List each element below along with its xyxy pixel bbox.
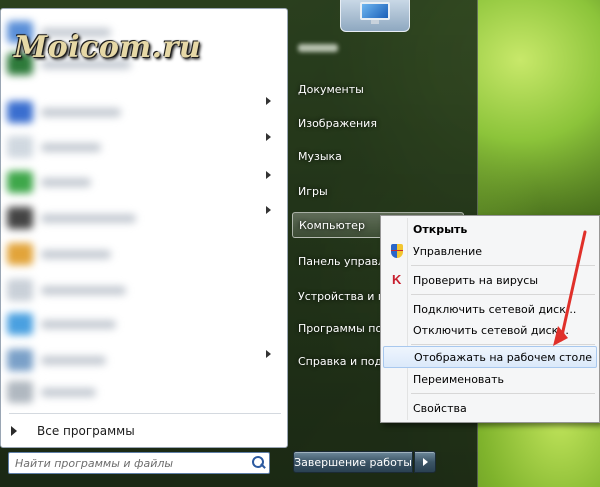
submenu-arrow-icon[interactable] bbox=[266, 133, 271, 141]
menu-separator bbox=[411, 294, 595, 295]
menu-item-map-network-drive[interactable]: Подключить сетевой диск... bbox=[383, 298, 597, 320]
right-item-music[interactable]: Музыка bbox=[292, 143, 464, 169]
search-box[interactable] bbox=[8, 452, 270, 474]
shutdown-button[interactable]: Завершение работы bbox=[293, 451, 413, 473]
context-menu: Открыть Управление K Проверить на вирусы… bbox=[380, 215, 600, 423]
divider bbox=[9, 413, 281, 414]
antivirus-icon: K bbox=[392, 272, 402, 287]
search-input[interactable] bbox=[15, 456, 247, 470]
right-item-documents[interactable]: Документы bbox=[292, 76, 464, 102]
program-item[interactable] bbox=[7, 207, 157, 229]
search-icon[interactable] bbox=[247, 453, 269, 473]
submenu-arrow-icon[interactable] bbox=[266, 350, 271, 358]
uac-shield-icon bbox=[389, 243, 405, 259]
program-item[interactable] bbox=[7, 136, 157, 158]
program-item[interactable] bbox=[7, 279, 157, 301]
menu-item-open[interactable]: Открыть bbox=[383, 218, 597, 240]
program-item[interactable] bbox=[7, 171, 157, 193]
shutdown-options-button[interactable] bbox=[414, 451, 436, 473]
expand-arrow-icon bbox=[11, 426, 17, 436]
right-item-games[interactable]: Игры bbox=[292, 178, 464, 204]
user-name-blurred[interactable] bbox=[298, 44, 338, 52]
menu-separator bbox=[411, 265, 595, 266]
all-programs-item[interactable]: Все программы bbox=[7, 419, 283, 443]
menu-item-disconnect-network-drive[interactable]: Отключить сетевой диск... bbox=[383, 319, 597, 341]
program-item[interactable] bbox=[7, 101, 157, 123]
menu-separator bbox=[411, 344, 595, 345]
right-item-pictures[interactable]: Изображения bbox=[292, 110, 464, 136]
submenu-arrow-icon[interactable] bbox=[266, 206, 271, 214]
menu-item-show-on-desktop[interactable]: Отображать на рабочем столе bbox=[383, 346, 597, 368]
menu-item-scan-virus[interactable]: K Проверить на вирусы bbox=[383, 269, 597, 291]
computer-monitor-icon bbox=[360, 2, 390, 24]
program-item[interactable] bbox=[7, 349, 157, 371]
menu-separator bbox=[411, 393, 595, 394]
program-item[interactable] bbox=[7, 381, 157, 403]
program-item[interactable] bbox=[7, 313, 157, 335]
submenu-arrow-icon[interactable] bbox=[266, 171, 271, 179]
programs-pane: Все программы bbox=[0, 8, 288, 448]
menu-item-rename[interactable]: Переименовать bbox=[383, 368, 597, 390]
menu-item-properties[interactable]: Свойства bbox=[383, 397, 597, 419]
all-programs-label: Все программы bbox=[37, 424, 135, 438]
submenu-arrow-icon[interactable] bbox=[266, 97, 271, 105]
site-logo: Moicom.ru bbox=[14, 30, 202, 65]
menu-item-manage[interactable]: Управление bbox=[383, 240, 597, 262]
program-item[interactable] bbox=[7, 243, 157, 265]
